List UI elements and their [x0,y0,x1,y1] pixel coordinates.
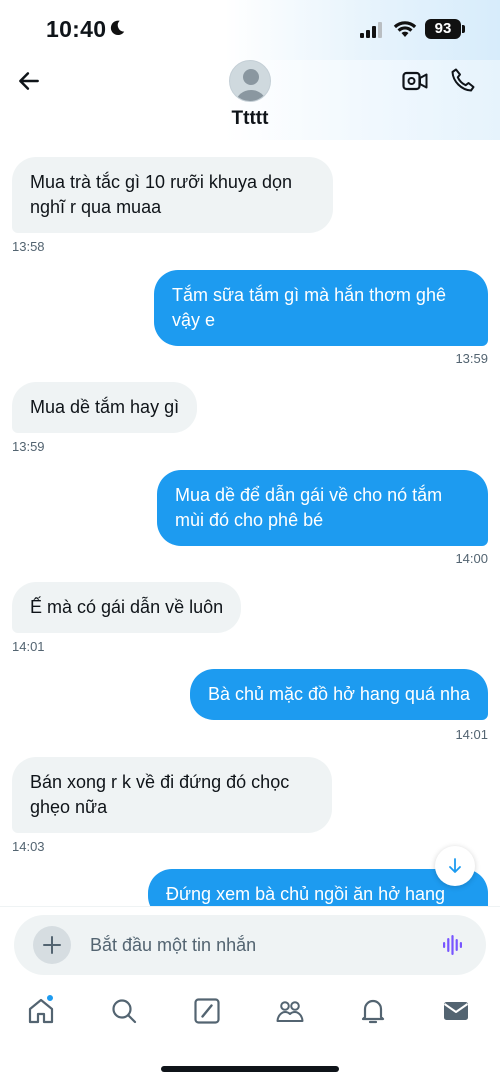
video-call-icon[interactable] [402,68,428,94]
message-timestamp: 14:00 [455,551,488,566]
signal-icon [360,22,382,38]
message-bubble-outgoing[interactable]: Bà chủ mặc đồ hở hang quá nha [190,669,488,720]
status-time: 10:40 [46,16,107,42]
message-composer [14,915,486,975]
message-list[interactable]: Mua trà tắc gì 10 rưỡi khuya dọn nghĩ r … [0,140,500,906]
message-bubble-incoming[interactable]: Mua dề tắm hay gì [12,382,198,433]
scroll-to-bottom-button[interactable] [435,846,475,886]
message-input[interactable] [90,915,420,975]
default-avatar-icon [236,69,266,101]
composer-divider [0,906,500,907]
arrow-down-icon [449,858,461,873]
home-indicator [161,1066,339,1072]
plus-icon [43,936,61,954]
battery-indicator: 93 [425,19,461,39]
messages-icon[interactable] [441,996,471,1026]
message-bubble-incoming[interactable]: Mua trà tắc gì 10 rưỡi khuya dọn nghĩ r … [12,157,333,233]
message-timestamp: 13:59 [12,439,45,454]
message-bubble-outgoing[interactable]: Tắm sữa tắm gì mà hắn thơm ghê vậy e [154,270,488,346]
message-bubble-outgoing[interactable]: Mua dề để dẫn gái về cho nó tắm mùi đó c… [157,470,488,546]
message-timestamp: 13:58 [12,239,45,254]
contact-avatar[interactable] [229,60,271,102]
bottom-navigation [0,990,500,1040]
moon-icon [110,20,125,36]
wifi-icon [393,21,417,37]
message-timestamp: 14:03 [12,839,45,854]
voice-message-icon[interactable] [442,933,466,957]
message-timestamp: 13:59 [455,351,488,366]
search-icon[interactable] [109,996,139,1026]
message-bubble-incoming[interactable]: Bán xong r k về đi đứng đó chọc ghẹo nữa [12,757,332,833]
communities-icon[interactable] [275,996,305,1026]
battery-nub [462,25,465,33]
grok-icon[interactable] [192,996,222,1026]
message-timestamp: 14:01 [455,727,488,742]
status-bar: 10:40 93 [0,0,500,60]
message-bubble-incoming[interactable]: Ế mà có gái dẫn về luôn [12,582,242,633]
message-timestamp: 14:01 [12,639,45,654]
back-arrow-icon[interactable] [16,68,42,94]
conversation-header: Ttttt [0,60,500,140]
contact-name[interactable]: Ttttt [0,108,500,130]
add-media-button[interactable] [33,926,71,964]
notifications-icon[interactable] [358,996,388,1026]
phone-call-icon[interactable] [450,67,476,93]
home-notification-dot [46,994,54,1002]
